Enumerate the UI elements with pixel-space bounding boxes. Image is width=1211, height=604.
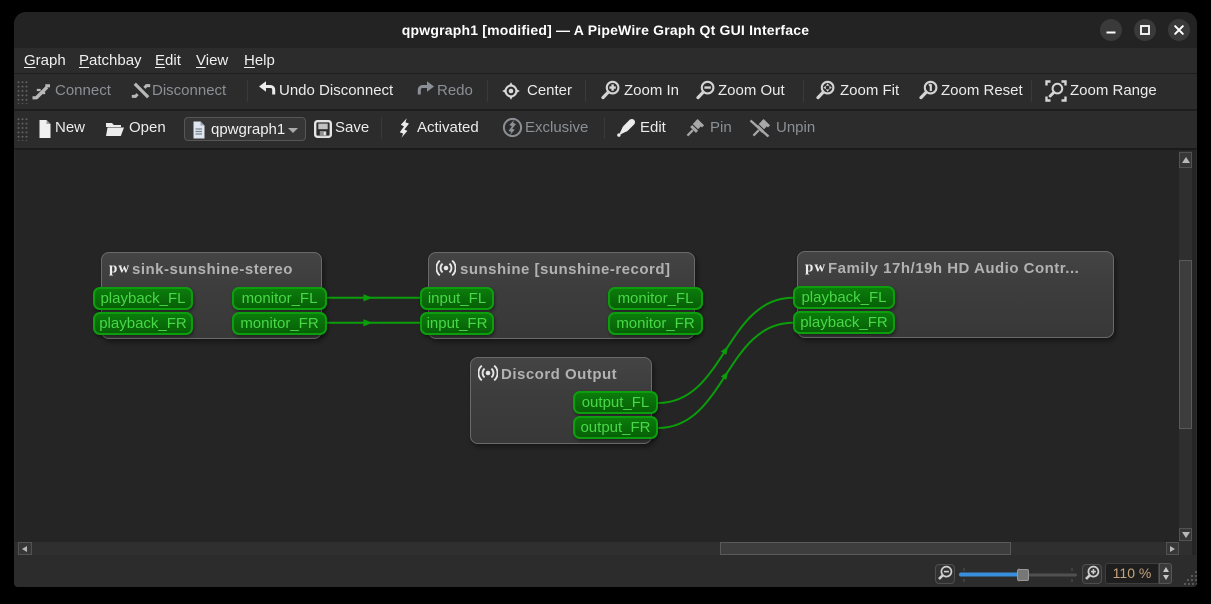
svg-text:pw: pw [109,261,130,277]
svg-text:pw: pw [805,260,826,276]
